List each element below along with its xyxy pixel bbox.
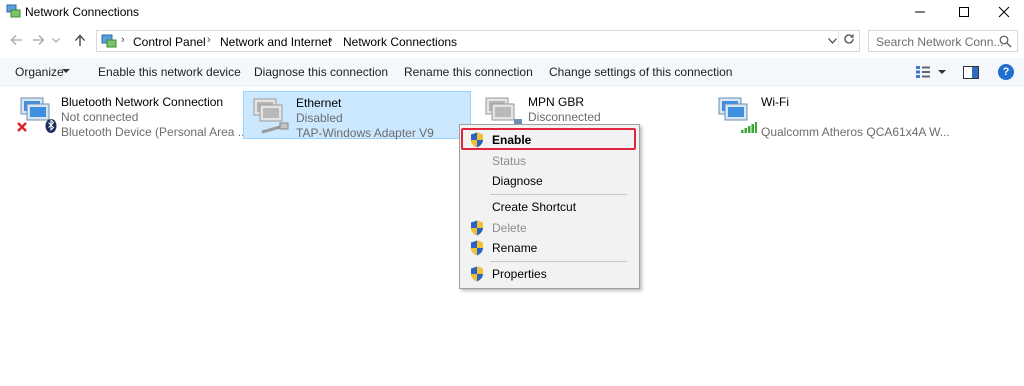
- connection-device: Bluetooth Device (Personal Area ...: [61, 125, 248, 139]
- up-arrow-icon: [75, 34, 85, 46]
- breadcrumb-network-and-internet[interactable]: Network and Internet: [220, 35, 331, 49]
- navigation-bar: › Control Panel › Network and Internet ›…: [0, 28, 1024, 54]
- breadcrumb-separator-icon: ›: [121, 34, 125, 46]
- close-button[interactable]: [984, 0, 1024, 24]
- window-title: Network Connections: [25, 5, 140, 19]
- breadcrumb-control-panel[interactable]: Control Panel: [133, 35, 206, 49]
- command-bar: Organize Enable this network device Diag…: [0, 58, 1024, 86]
- uac-shield-icon: [471, 266, 483, 282]
- menu-item-label: Create Shortcut: [492, 200, 577, 214]
- menu-item-rename[interactable]: Rename: [462, 237, 637, 259]
- bluetooth-network-icon: [17, 97, 57, 133]
- chevron-down-icon: [52, 37, 60, 43]
- diagnose-connection-button[interactable]: Diagnose this connection: [254, 65, 388, 79]
- menu-item-label: Status: [492, 154, 527, 168]
- view-options-icon: [916, 66, 930, 78]
- search-placeholder: Search Network Conn...: [876, 35, 1004, 49]
- search-icon: [999, 35, 1012, 48]
- control-panel-icon: [101, 34, 117, 48]
- menu-item-properties[interactable]: Properties: [462, 263, 637, 285]
- chevron-down-icon: [827, 38, 837, 44]
- menu-item-status[interactable]: Status: [462, 150, 637, 172]
- enable-device-button[interactable]: Enable this network device: [98, 65, 241, 79]
- refresh-icon: [843, 34, 854, 44]
- organize-menu-button[interactable]: Organize: [15, 65, 64, 79]
- connection-status: Disabled: [296, 111, 343, 125]
- back-button[interactable]: [8, 32, 24, 48]
- breadcrumb-separator-icon: ›: [207, 34, 211, 46]
- connection-name: MPN GBR: [528, 95, 585, 109]
- menu-separator: [490, 261, 627, 262]
- menu-item-label: Delete: [492, 221, 527, 235]
- menu-item-diagnose[interactable]: Diagnose: [462, 170, 637, 192]
- connection-status: Not connected: [61, 110, 139, 124]
- maximize-icon: [959, 7, 969, 17]
- back-arrow-icon: [10, 35, 22, 45]
- connection-status: Disconnected: [528, 110, 601, 124]
- menu-item-delete[interactable]: Delete: [462, 217, 637, 239]
- connection-item-ethernet[interactable]: Ethernet Disabled TAP-Windows Adapter V9: [243, 91, 471, 140]
- forward-button[interactable]: [30, 32, 46, 48]
- enable-highlight-outline: [461, 128, 636, 150]
- change-view-button[interactable]: [914, 64, 932, 80]
- close-icon: [998, 6, 1010, 18]
- view-dropdown-icon[interactable]: [938, 70, 946, 74]
- connection-device: Qualcomm Atheros QCA61x4A W...: [761, 125, 950, 139]
- menu-item-create-shortcut[interactable]: Create Shortcut: [462, 196, 637, 218]
- address-bar[interactable]: › Control Panel › Network and Internet ›…: [96, 30, 860, 52]
- menu-item-label: Properties: [492, 267, 547, 281]
- uac-shield-icon: [471, 240, 483, 256]
- preview-pane-button[interactable]: [962, 64, 980, 80]
- network-connections-app-icon: [6, 4, 21, 18]
- recent-locations-button[interactable]: [50, 32, 62, 48]
- minimize-icon: [915, 11, 925, 13]
- wifi-network-icon: [718, 97, 757, 133]
- menu-item-label: Rename: [492, 241, 538, 255]
- connection-item-wifi[interactable]: Wi-Fi Qualcomm Atheros QCA61x4A W...: [709, 91, 950, 139]
- menu-item-label: Diagnose: [492, 174, 543, 188]
- address-history-dropdown[interactable]: [825, 34, 839, 48]
- connection-name: Bluetooth Network Connection: [61, 95, 224, 109]
- connection-name: Ethernet: [296, 96, 342, 110]
- search-input[interactable]: Search Network Conn...: [868, 30, 1018, 52]
- chevron-down-icon: [62, 69, 70, 73]
- uac-shield-icon: [471, 220, 483, 236]
- minimize-button[interactable]: [900, 0, 940, 24]
- breadcrumb-network-connections[interactable]: Network Connections: [343, 35, 457, 49]
- refresh-button[interactable]: [838, 30, 858, 48]
- connection-item-bluetooth[interactable]: Bluetooth Network Connection Not connect…: [9, 91, 248, 139]
- maximize-button[interactable]: [944, 0, 984, 24]
- help-icon[interactable]: ?: [998, 64, 1014, 80]
- connection-device: TAP-Windows Adapter V9: [296, 126, 434, 140]
- up-button[interactable]: [72, 32, 88, 48]
- rename-connection-button[interactable]: Rename this connection: [404, 65, 533, 79]
- ethernet-disabled-icon: [253, 98, 289, 134]
- menu-separator: [490, 194, 627, 195]
- forward-arrow-icon: [32, 35, 44, 45]
- breadcrumb-separator-icon: ›: [329, 34, 333, 46]
- preview-pane-icon: [963, 65, 979, 79]
- title-bar: Network Connections: [0, 0, 1024, 24]
- connection-name: Wi-Fi: [761, 95, 789, 109]
- change-settings-button[interactable]: Change settings of this connection: [549, 65, 732, 79]
